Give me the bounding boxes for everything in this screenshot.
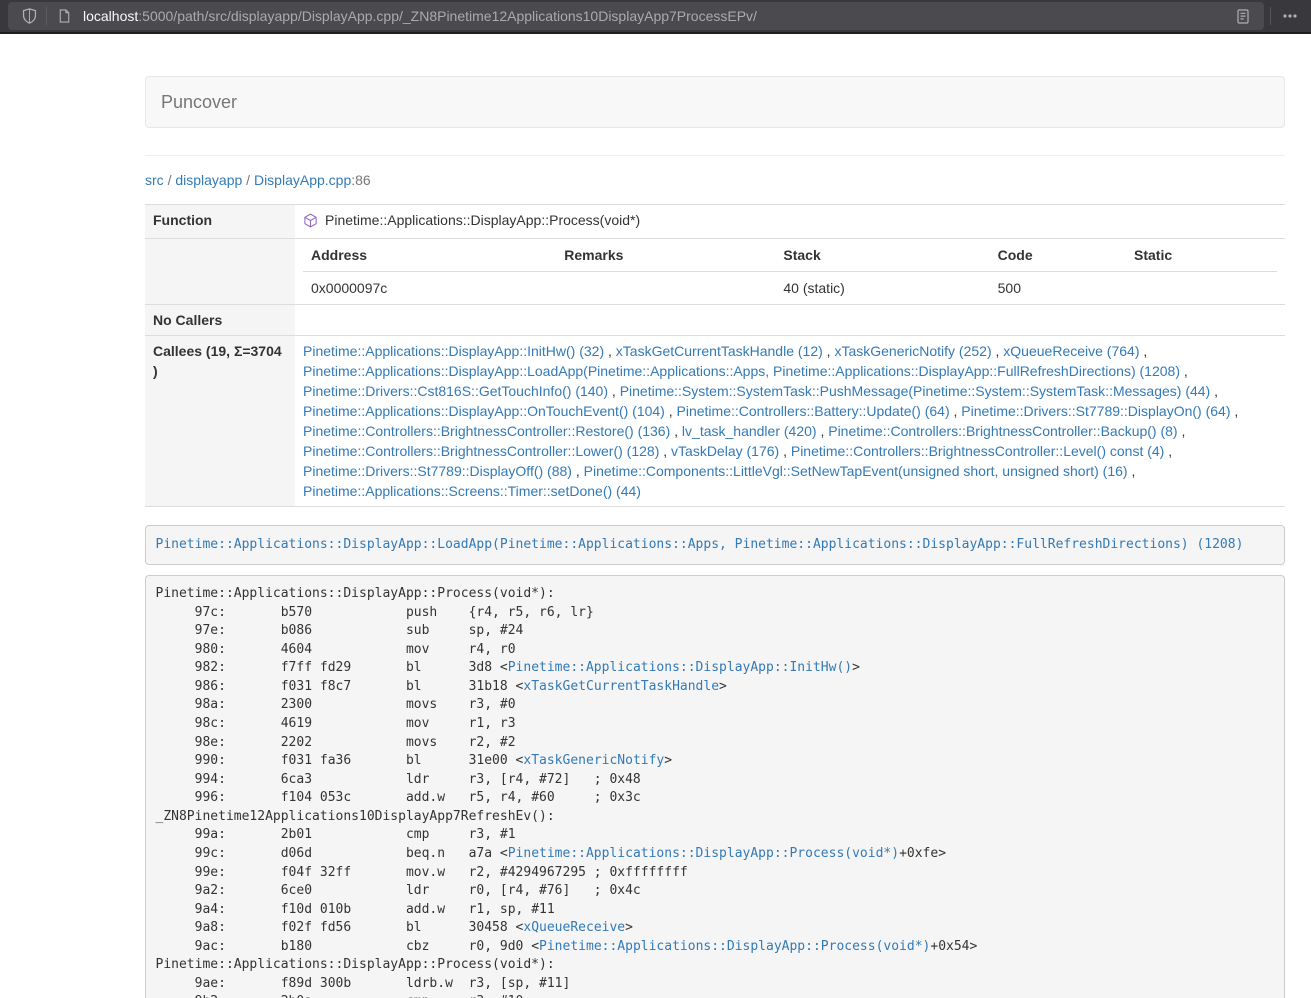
page-content: Puncover src / displayapp / DisplayApp.c… [0,34,1311,998]
highlighted-callee-box: Pinetime::Applications::DisplayApp::Load… [145,525,1285,565]
reader-mode-icon[interactable] [1230,4,1256,28]
callee-link[interactable]: Pinetime::Controllers::BrightnessControl… [828,423,1177,439]
breadcrumb-separator: / [168,172,172,188]
col-static: Static [1126,239,1277,272]
disassembly-symbol-link[interactable]: xQueueReceive [523,920,625,935]
breadcrumb-line-number: :86 [351,172,370,188]
callee-link[interactable]: xTaskGenericNotify (252) [834,343,991,359]
page-actions-menu-icon[interactable] [1277,4,1303,28]
metrics-row-label [145,239,295,305]
callees-list: Pinetime::Applications::DisplayApp::Init… [295,336,1285,507]
callee-separator: , [659,443,671,459]
value-address: 0x0000097c [303,272,556,305]
brand-link[interactable]: Puncover [146,77,252,127]
breadcrumb-link-src[interactable]: src [145,172,164,188]
callee-separator: , [779,443,791,459]
callee-link[interactable]: Pinetime::Applications::DisplayApp::Init… [303,343,604,359]
breadcrumb: src / displayapp / DisplayApp.cpp:86 [145,170,1285,190]
callee-link[interactable]: Pinetime::Controllers::BrightnessControl… [303,443,659,459]
toolbar-separator [1270,7,1271,25]
callee-link[interactable]: Pinetime::Controllers::BrightnessControl… [791,443,1164,459]
value-remarks [556,272,775,305]
symbol-table: Function Pinetime::Applications::Display… [145,204,1285,507]
callee-link[interactable]: xQueueReceive (764) [1003,343,1139,359]
page-info-icon[interactable] [51,4,77,28]
callee-separator: , [604,343,616,359]
value-static [1126,272,1277,305]
table-row-function: Function Pinetime::Applications::Display… [145,205,1285,239]
callee-link[interactable]: Pinetime::System::SystemTask::PushMessag… [620,383,1211,399]
callee-link[interactable]: Pinetime::Applications::Screens::Timer::… [303,483,641,499]
callee-link[interactable]: Pinetime::Controllers::BrightnessControl… [303,423,670,439]
tracking-protection-shield-icon[interactable] [16,4,42,28]
callee-separator: , [670,423,682,439]
callee-link[interactable]: Pinetime::Applications::DisplayApp::Load… [303,363,1180,379]
no-callers-label: No Callers [145,305,295,336]
breadcrumb-link-file[interactable]: DisplayApp.cpp [254,172,351,188]
callee-separator: , [1139,343,1147,359]
callee-separator: , [572,463,584,479]
col-address: Address [303,239,556,272]
disassembly-symbol-link[interactable]: Pinetime::Applications::DisplayApp::Proc… [539,939,930,954]
col-remarks: Remarks [556,239,775,272]
disassembly-symbol-link[interactable]: xTaskGenericNotify [523,753,664,768]
callee-separator: , [1180,363,1188,379]
callee-separator: , [823,343,835,359]
callee-link[interactable]: Pinetime::Applications::DisplayApp::OnTo… [303,403,665,419]
callee-link[interactable]: Pinetime::Drivers::Cst816S::GetTouchInfo… [303,383,608,399]
urlbar-separator [46,7,47,25]
url-path: :5000/path/src/displayapp/DisplayApp.cpp… [138,8,757,24]
col-code: Code [990,239,1126,272]
disassembly-symbol-link[interactable]: xTaskGetCurrentTaskHandle [523,679,719,694]
callee-separator: , [1164,443,1172,459]
table-row-metrics: Address Remarks Stack Code Static 0x0000… [145,239,1285,305]
callee-link[interactable]: Pinetime::Controllers::Battery::Update()… [677,403,950,419]
callee-separator: , [1210,383,1218,399]
divider [145,155,1285,156]
disassembly-symbol-link[interactable]: Pinetime::Applications::DisplayApp::Proc… [508,846,899,861]
disassembly-symbol-link[interactable]: Pinetime::Applications::DisplayApp::Init… [508,660,852,675]
navbar: Puncover [145,76,1285,128]
function-name: Pinetime::Applications::DisplayApp::Proc… [325,212,640,228]
metrics-value-row: 0x0000097c 40 (static) 500 [303,272,1277,305]
callee-link[interactable]: Pinetime::Drivers::St7789::DisplayOff() … [303,463,572,479]
callee-separator: , [608,383,620,399]
table-row-callers: No Callers [145,305,1285,336]
callee-link[interactable]: lv_task_handler (420) [682,423,817,439]
callees-label: Callees (19, Σ=3704 ) [145,336,295,507]
url-host: localhost [83,8,138,24]
callee-separator: , [992,343,1004,359]
callee-separator: , [817,423,829,439]
callee-separator: , [1128,463,1136,479]
disassembly: Pinetime::Applications::DisplayApp::Proc… [145,575,1285,998]
function-label: Function [145,205,295,239]
callee-link[interactable]: xTaskGetCurrentTaskHandle (12) [616,343,823,359]
url-text[interactable]: localhost:5000/path/src/displayapp/Displ… [83,8,1230,24]
callee-separator: , [950,403,962,419]
package-icon [303,213,318,233]
value-stack: 40 (static) [775,272,989,305]
value-code: 500 [990,272,1126,305]
callee-separator: , [1178,423,1186,439]
callee-separator: , [665,403,677,419]
callee-link[interactable]: Pinetime::Components::LittleVgl::SetNewT… [584,463,1128,479]
metrics-table: Address Remarks Stack Code Static 0x0000… [303,239,1277,304]
callee-separator: , [1231,403,1239,419]
highlighted-callee-link[interactable]: Pinetime::Applications::DisplayApp::Load… [156,537,1244,552]
col-stack: Stack [775,239,989,272]
browser-toolbar: localhost:5000/path/src/displayapp/Displ… [0,0,1311,34]
breadcrumb-separator: / [246,172,250,188]
callee-link[interactable]: vTaskDelay (176) [671,443,779,459]
callee-link[interactable]: Pinetime::Drivers::St7789::DisplayOn() (… [961,403,1230,419]
metrics-header-row: Address Remarks Stack Code Static [303,239,1277,272]
breadcrumb-link-displayapp[interactable]: displayapp [175,172,242,188]
table-row-callees: Callees (19, Σ=3704 ) Pinetime::Applicat… [145,336,1285,507]
url-bar[interactable]: localhost:5000/path/src/displayapp/Displ… [8,2,1264,30]
